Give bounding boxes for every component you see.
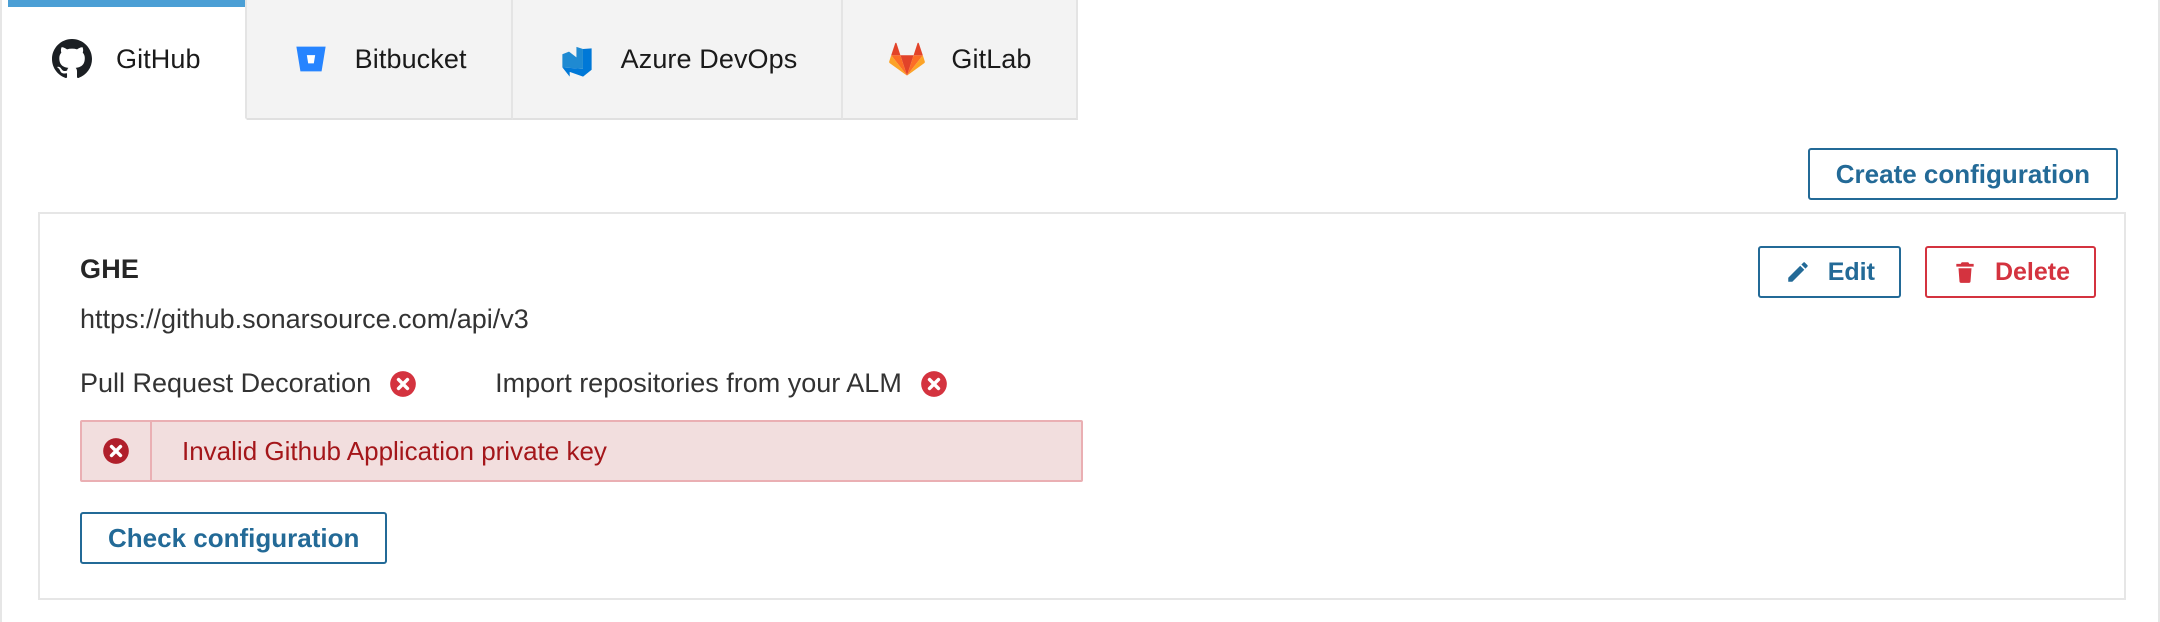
github-icon bbox=[52, 39, 92, 79]
configuration-card: GHE https://github.sonarsource.com/api/v… bbox=[38, 212, 2126, 600]
error-circle-icon bbox=[920, 370, 948, 398]
configuration-actions: Edit Delete bbox=[1758, 246, 2096, 298]
configuration-url: https://github.sonarsource.com/api/v3 bbox=[80, 304, 529, 335]
tab-github[interactable]: GitHub bbox=[8, 0, 247, 120]
azure-devops-icon bbox=[557, 39, 597, 79]
alm-integration-page: GitHub Bitbucket Azure DevOps bbox=[0, 0, 2160, 622]
check-configuration-button[interactable]: Check configuration bbox=[80, 512, 387, 564]
feature-label: Import repositories from your ALM bbox=[495, 368, 902, 399]
create-configuration-button[interactable]: Create configuration bbox=[1808, 148, 2118, 200]
error-banner: Invalid Github Application private key bbox=[80, 420, 1083, 482]
tab-label: GitHub bbox=[116, 46, 201, 73]
gitlab-icon bbox=[887, 39, 927, 79]
error-circle-icon bbox=[102, 437, 130, 465]
configuration-features: Pull Request Decoration Import repositor… bbox=[80, 368, 948, 399]
bitbucket-icon bbox=[291, 39, 331, 79]
pencil-icon bbox=[1784, 258, 1812, 286]
tab-gitlab[interactable]: GitLab bbox=[843, 0, 1077, 120]
action-label: Edit bbox=[1828, 260, 1875, 285]
feature-import-repositories: Import repositories from your ALM bbox=[495, 368, 948, 399]
delete-button[interactable]: Delete bbox=[1925, 246, 2096, 298]
page-toolbar: Create configuration bbox=[1808, 148, 2118, 200]
tab-label: Bitbucket bbox=[355, 46, 467, 73]
error-message: Invalid Github Application private key bbox=[152, 422, 607, 480]
alm-tabs: GitHub Bitbucket Azure DevOps bbox=[8, 0, 1078, 120]
action-label: Delete bbox=[1995, 260, 2070, 285]
trash-icon bbox=[1951, 258, 1979, 286]
tabstrip-underline bbox=[8, 118, 2152, 120]
configuration-name: GHE bbox=[80, 254, 139, 285]
feature-pull-request-decoration: Pull Request Decoration bbox=[80, 368, 417, 399]
tab-azure-devops[interactable]: Azure DevOps bbox=[513, 0, 844, 120]
tab-bitbucket[interactable]: Bitbucket bbox=[247, 0, 513, 120]
edit-button[interactable]: Edit bbox=[1758, 246, 1901, 298]
tab-label: Azure DevOps bbox=[621, 46, 798, 73]
tab-label: GitLab bbox=[951, 46, 1031, 73]
error-banner-icon-cell bbox=[82, 422, 152, 480]
feature-label: Pull Request Decoration bbox=[80, 368, 371, 399]
error-circle-icon bbox=[389, 370, 417, 398]
